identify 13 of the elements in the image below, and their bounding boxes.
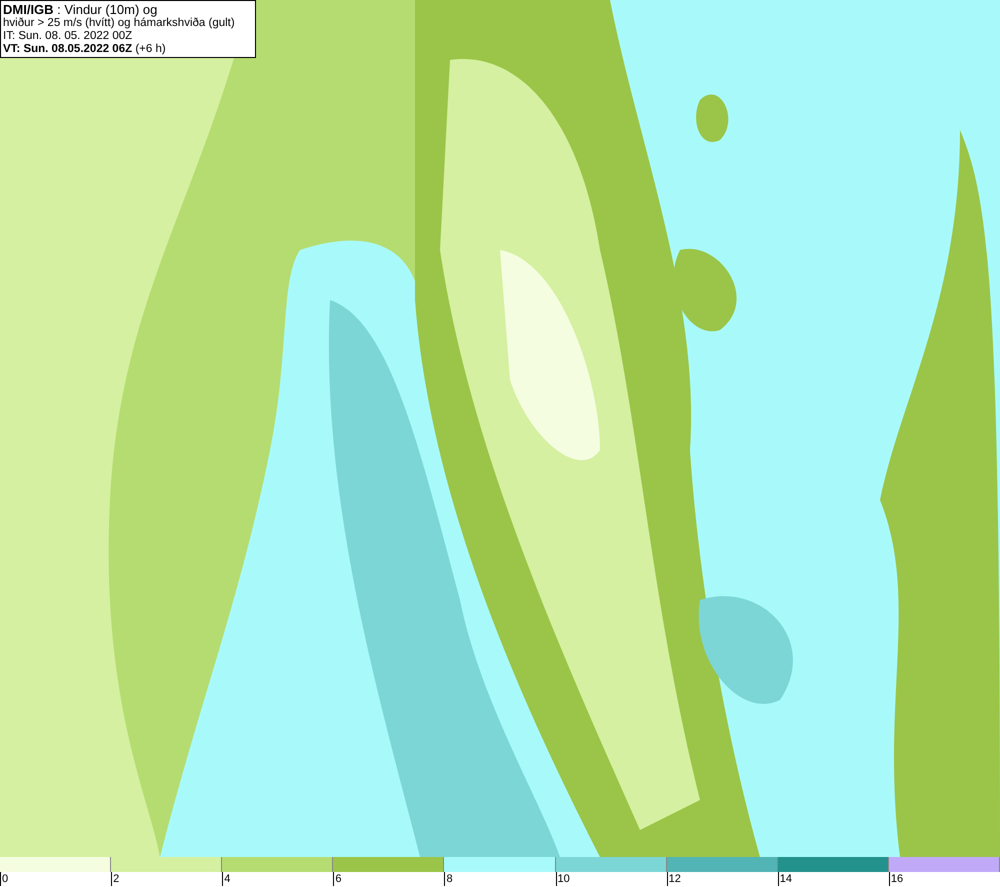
legend-label: 14: [778, 872, 792, 886]
map-info-text: IT: Sun. 08. 05. 2022 00Z: [3, 30, 134, 43]
legend-label: 4: [222, 872, 230, 886]
legend-label: 2: [111, 872, 120, 886]
map-title: DMI/IGB : Vindur (10m) og: [3, 2, 158, 17]
map-info-text: VT: Sun. 08.05.2022 06Z (+6 h): [3, 43, 167, 56]
legend-label: 6: [333, 872, 342, 886]
legend-label: 8: [444, 872, 453, 886]
legend-label: 16: [888, 872, 904, 886]
legend-label: 10: [556, 872, 570, 886]
legend-label: 12: [666, 872, 681, 886]
legend-label: 0: [0, 872, 8, 886]
map-info-text: hviður > 25 m/s (hvítt) og hámarkshviða (gult): [3, 17, 236, 30]
